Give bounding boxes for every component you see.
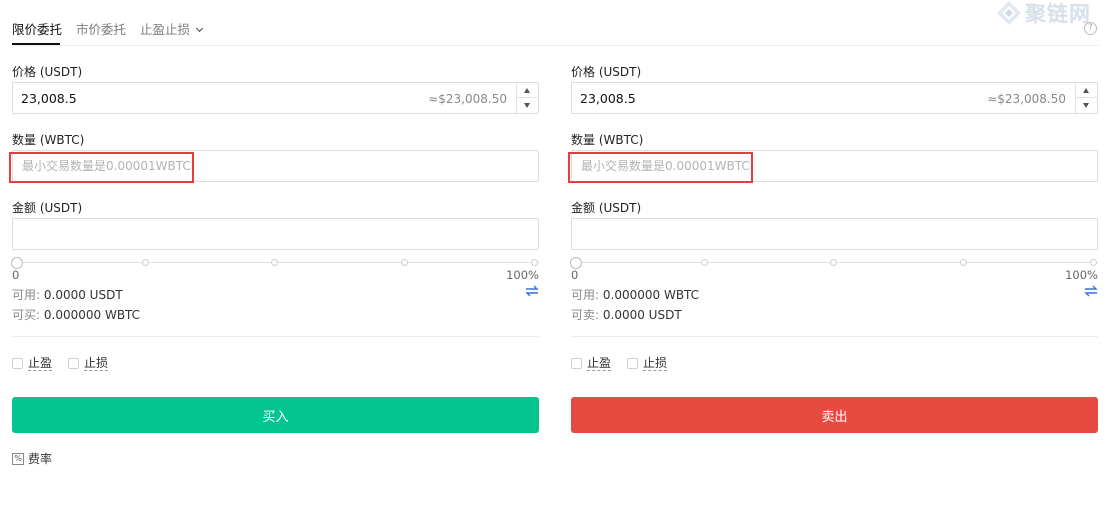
buy-button[interactable]: 买入 [12, 397, 539, 433]
price-input[interactable]: 23,008.5 ≈$23,008.50 [12, 82, 539, 114]
stop-loss-label: 止损 [84, 356, 109, 371]
available-value: 0.0000 USDT [43, 288, 123, 302]
quantity-input[interactable] [14, 152, 537, 180]
stop-loss-checkbox[interactable]: 止损 [627, 356, 668, 371]
increment-button[interactable] [1076, 83, 1097, 98]
checkbox-box [12, 358, 23, 369]
divider [571, 336, 1098, 337]
price-approx: ≈$23,008.50 [987, 92, 1066, 106]
quantity-field [9, 150, 539, 183]
arrow-up-icon [524, 88, 530, 93]
price-approx: ≈$23,008.50 [428, 92, 507, 106]
can-sell-value: 0.0000 USDT [602, 308, 682, 322]
slider-tick-25[interactable] [142, 259, 149, 266]
checkbox-box [68, 358, 79, 369]
price-value: 23,008.5 [21, 91, 77, 106]
transfer-icon[interactable] [525, 284, 539, 298]
slider-tick-25[interactable] [701, 259, 708, 266]
decrement-button[interactable] [1076, 98, 1097, 113]
price-stepper [1075, 83, 1097, 113]
fee-label: 费率 [28, 452, 53, 466]
buy-panel: 价格 (USDT) 23,008.5 ≈$23,008.50 数量 (WBTC)… [9, 0, 539, 522]
quantity-label: 数量 (WBTC) [571, 133, 644, 147]
quantity-input[interactable] [573, 152, 1096, 180]
can-buy: 可买: 0.000000 WBTC [12, 306, 140, 323]
price-label: 价格 (USDT) [571, 65, 642, 79]
percent-slider[interactable] [11, 257, 539, 269]
percent-icon: % [12, 452, 24, 465]
checkbox-box [627, 358, 638, 369]
can-sell-key: 可卖: [571, 308, 600, 322]
slider-tick-50[interactable] [830, 259, 837, 266]
slider-track [17, 262, 539, 263]
quantity-label: 数量 (WBTC) [12, 133, 85, 147]
percent-slider[interactable] [570, 257, 1098, 269]
price-input[interactable]: 23,008.5 ≈$23,008.50 [571, 82, 1098, 114]
price-label: 价格 (USDT) [12, 65, 83, 79]
slider-max-label: 100% [506, 268, 539, 282]
can-buy-key: 可买: [12, 308, 41, 322]
slider-tick-75[interactable] [401, 259, 408, 266]
available-balance: 可用: 0.0000 USDT [12, 286, 123, 303]
divider [12, 336, 539, 337]
price-stepper [516, 83, 538, 113]
arrow-down-icon [524, 103, 530, 108]
available-key: 可用: [12, 288, 41, 302]
slider-min-label: 0 [12, 268, 20, 282]
quantity-field [568, 150, 1098, 183]
slider-track [576, 262, 1098, 263]
arrow-up-icon [1083, 88, 1089, 93]
amount-label: 金额 (USDT) [12, 201, 83, 215]
decrement-button[interactable] [517, 98, 538, 113]
checkbox-box [571, 358, 582, 369]
take-profit-label: 止盈 [28, 356, 53, 371]
slider-max-label: 100% [1065, 268, 1098, 282]
slider-tick-100[interactable] [1090, 259, 1097, 266]
slider-min-label: 0 [571, 268, 579, 282]
slider-tick-50[interactable] [271, 259, 278, 266]
amount-label: 金额 (USDT) [571, 201, 642, 215]
transfer-icon[interactable] [1084, 284, 1098, 298]
stop-loss-checkbox[interactable]: 止损 [68, 356, 109, 371]
take-profit-checkbox[interactable]: 止盈 [12, 356, 53, 371]
slider-tick-75[interactable] [960, 259, 967, 266]
can-sell: 可卖: 0.0000 USDT [571, 306, 682, 323]
sell-panel: 价格 (USDT) 23,008.5 ≈$23,008.50 数量 (WBTC)… [568, 0, 1098, 522]
price-value: 23,008.5 [580, 91, 636, 106]
slider-tick-100[interactable] [531, 259, 538, 266]
amount-input[interactable] [12, 218, 539, 250]
available-balance: 可用: 0.000000 WBTC [571, 286, 699, 303]
stop-loss-label: 止损 [643, 356, 668, 371]
available-key: 可用: [571, 288, 600, 302]
take-profit-label: 止盈 [587, 356, 612, 371]
can-buy-value: 0.000000 WBTC [43, 308, 141, 322]
arrow-down-icon [1083, 103, 1089, 108]
amount-input[interactable] [571, 218, 1098, 250]
fee-rate[interactable]: % 费率 [12, 450, 52, 467]
increment-button[interactable] [517, 83, 538, 98]
sell-button[interactable]: 卖出 [571, 397, 1098, 433]
available-value: 0.000000 WBTC [602, 288, 700, 302]
take-profit-checkbox[interactable]: 止盈 [571, 356, 612, 371]
